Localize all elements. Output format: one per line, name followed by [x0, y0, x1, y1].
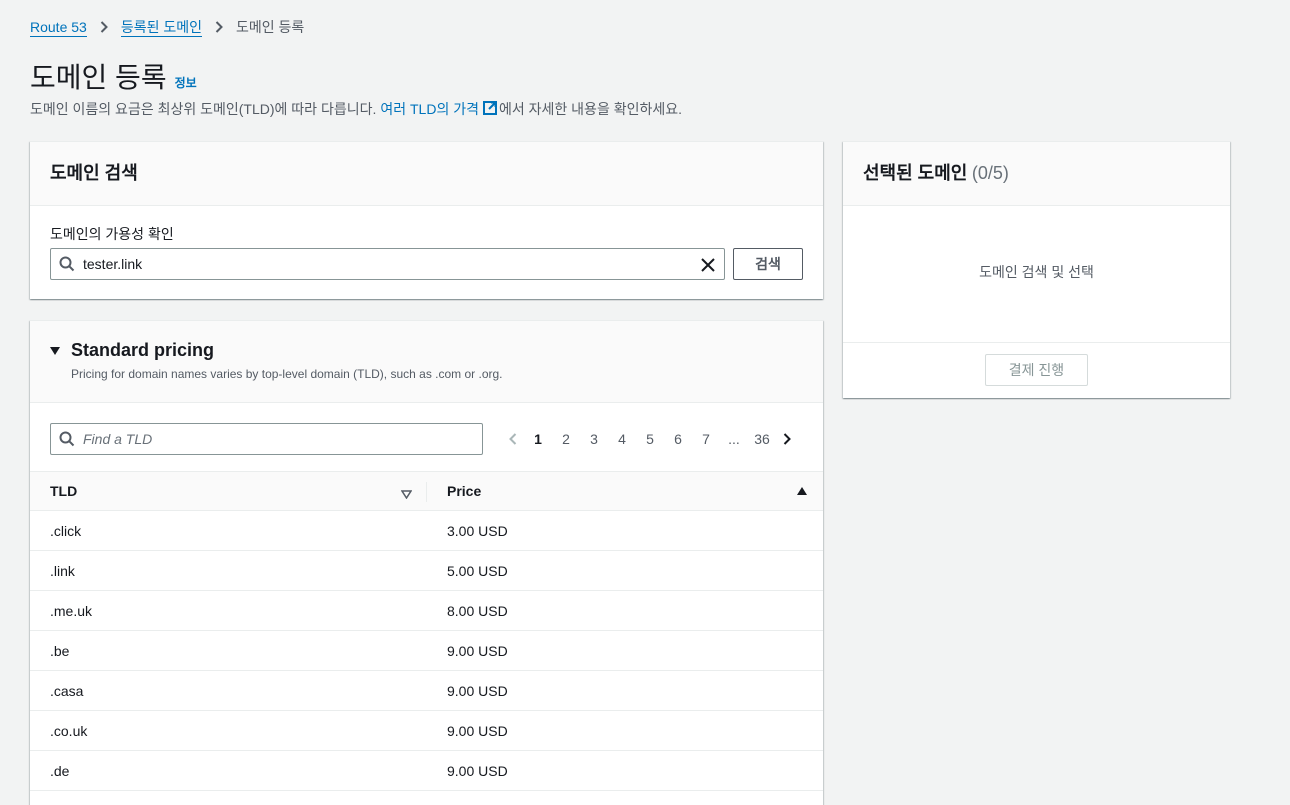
chevron-right-icon[interactable]: [776, 433, 798, 445]
domain-search-input-wrapper: [50, 248, 725, 280]
table-row: .de 9.00 USD: [30, 751, 823, 791]
table-header: TLD Price: [30, 471, 823, 511]
table-body: .click 3.00 USD .link 5.00 USD .me.uk 8.00 US…: [30, 511, 823, 791]
empty-message: 도메인 검색 및 선택: [979, 264, 1094, 280]
cell-price: 9.00 USD: [447, 683, 508, 699]
breadcrumb-route53[interactable]: Route 53: [30, 18, 87, 37]
sort-ascending-icon[interactable]: [797, 487, 807, 495]
search-icon: [51, 256, 83, 272]
chevron-left-icon[interactable]: [502, 433, 524, 445]
chevron-right-icon: [202, 21, 236, 33]
domain-search-input[interactable]: [83, 256, 683, 272]
column-header-tld[interactable]: TLD: [50, 483, 77, 499]
tld-filter-wrapper: [50, 423, 483, 455]
page-ellipsis: ...: [728, 431, 740, 447]
pricing-description: Pricing for domain names varies by top-l…: [71, 367, 503, 381]
table-row: .click 3.00 USD: [30, 511, 823, 551]
search-button[interactable]: 검색: [733, 248, 803, 280]
page-description: 도메인 이름의 요금은 최상위 도메인(TLD)에 따라 다릅니다. 여러 TL…: [30, 99, 682, 119]
panel-title: 선택된 도메인: [863, 163, 968, 183]
external-link-icon[interactable]: [483, 100, 497, 118]
domain-search-panel: 도메인 검색 도메인의 가용성 확인 검색: [30, 141, 823, 299]
cell-tld: .link: [50, 563, 75, 579]
standard-pricing-panel: Standard pricing Pricing for domain name…: [30, 320, 823, 805]
pricing-table: TLD Price .click 3.00 USD .link 5.00 USD .me…: [30, 471, 823, 791]
cell-price: 3.00 USD: [447, 523, 508, 539]
info-link[interactable]: 정보: [175, 74, 197, 91]
table-row: .link 5.00 USD: [30, 551, 823, 591]
cell-price: 9.00 USD: [447, 643, 508, 659]
caret-down-icon[interactable]: [50, 347, 60, 355]
page-4[interactable]: 4: [608, 431, 636, 447]
tld-filter-input[interactable]: [83, 431, 463, 447]
chevron-right-icon: [87, 21, 121, 33]
pagination: 1 2 3 4 5 6 7 ... 36: [502, 429, 798, 449]
column-divider: [426, 482, 427, 502]
cell-tld: .click: [50, 523, 82, 539]
cell-price: 9.00 USD: [447, 723, 508, 739]
panel-header: Standard pricing Pricing for domain name…: [30, 321, 823, 403]
checkout-button[interactable]: 결제 진행: [985, 354, 1088, 386]
page-header: 도메인 등록 정보: [30, 56, 197, 96]
breadcrumb-current: 도메인 등록: [236, 19, 305, 35]
page-5[interactable]: 5: [636, 431, 664, 447]
breadcrumb-registered-domains[interactable]: 등록된 도메인: [120, 18, 202, 37]
search-icon: [51, 431, 83, 447]
panel-title: 도메인 검색: [50, 163, 138, 183]
pricing-title[interactable]: Standard pricing: [71, 340, 214, 361]
page-6[interactable]: 6: [664, 431, 692, 447]
cell-price: 5.00 USD: [447, 563, 508, 579]
description-text-end: 에서 자세한 내용을 확인하세요.: [499, 101, 682, 117]
table-row: .casa 9.00 USD: [30, 671, 823, 711]
page-3[interactable]: 3: [580, 431, 608, 447]
cell-tld: .casa: [50, 683, 84, 699]
field-label: 도메인의 가용성 확인: [50, 226, 174, 242]
table-row: .co.uk 9.00 USD: [30, 711, 823, 751]
page-36[interactable]: 36: [748, 431, 776, 447]
panel-header: 도메인 검색: [30, 142, 823, 206]
cell-tld: .be: [50, 643, 70, 659]
breadcrumb: Route 53 등록된 도메인 도메인 등록: [30, 17, 304, 37]
cell-price: 8.00 USD: [447, 603, 508, 619]
table-row: .me.uk 8.00 USD: [30, 591, 823, 631]
page-2[interactable]: 2: [552, 431, 580, 447]
description-text: 도메인 이름의 요금은 최상위 도메인(TLD)에 따라 다릅니다.: [30, 101, 377, 117]
selected-domains-panel: 선택된 도메인 (0/5) 도메인 검색 및 선택 결제 진행: [843, 141, 1230, 398]
cell-tld: .co.uk: [50, 723, 88, 739]
panel-header: 선택된 도메인 (0/5): [843, 142, 1230, 206]
close-icon[interactable]: [698, 255, 718, 275]
tld-pricing-link[interactable]: 여러 TLD의 가격: [380, 99, 479, 119]
cell-price: 9.00 USD: [447, 763, 508, 779]
cell-tld: .de: [50, 763, 70, 779]
cell-tld: .me.uk: [50, 603, 93, 619]
column-header-price[interactable]: Price: [447, 483, 481, 499]
page-7[interactable]: 7: [692, 431, 720, 447]
divider: [843, 342, 1230, 343]
table-row: .be 9.00 USD: [30, 631, 823, 671]
page-1[interactable]: 1: [524, 431, 552, 447]
page-title: 도메인 등록: [30, 62, 167, 93]
selected-count: (0/5): [971, 163, 1009, 183]
sort-icon[interactable]: [400, 486, 413, 502]
